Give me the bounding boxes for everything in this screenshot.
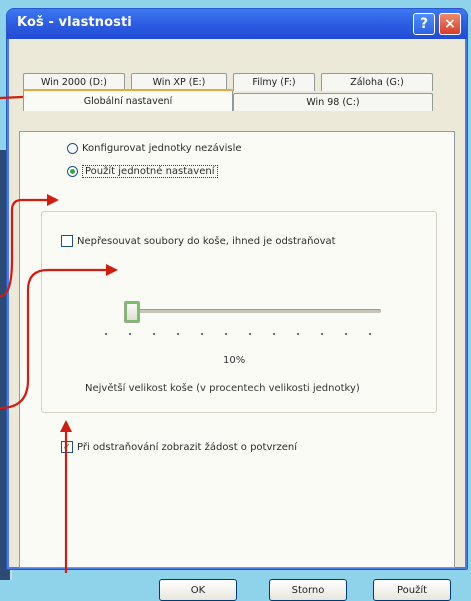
slider-track[interactable] (131, 309, 381, 313)
slider-tick (225, 333, 227, 335)
checkbox-empty-icon[interactable] (61, 235, 73, 247)
title-bar[interactable]: Koš - vlastnosti ? × (7, 9, 467, 39)
radio-checked-icon[interactable] (67, 166, 78, 177)
help-button[interactable]: ? (413, 13, 435, 35)
checkbox-delete-immediately[interactable]: Nepřesouvat soubory do koše, ihned je od… (61, 235, 336, 247)
slider-tick (369, 333, 371, 335)
slider-tick (321, 333, 323, 335)
slider-tick (105, 333, 107, 335)
checkbox-checked-icon[interactable]: ✓ (61, 441, 73, 453)
slider-tick (129, 333, 131, 335)
slider-tick (249, 333, 251, 335)
tab-zaloha[interactable]: Záloha (G:) (321, 73, 433, 91)
max-size-label: Největší velikost koše (v procentech vel… (85, 383, 360, 394)
slider-tick (345, 333, 347, 335)
tab-global-settings[interactable]: Globální nastavení (23, 89, 233, 111)
tab-win98[interactable]: Win 98 (C:) (233, 93, 433, 111)
slider-tick (297, 333, 299, 335)
close-button[interactable]: × (439, 13, 461, 35)
tab-filmy[interactable]: Filmy (F:) (233, 73, 315, 91)
tabs-bottom-row: Globální nastavení Win 98 (C:) (11, 89, 463, 113)
slider-percent-value: 10% (223, 355, 246, 366)
radio-unified-label: Použít jednotné nastavení (82, 165, 218, 178)
dialog-content: Win 2000 (D:) Win XP (E:) Filmy (F:) Zál… (11, 39, 463, 601)
slider-tick (201, 333, 203, 335)
ok-button[interactable]: OK (159, 579, 237, 601)
slider-thumb[interactable] (124, 301, 140, 323)
slider-tick (177, 333, 179, 335)
radio-use-unified-settings[interactable]: Použít jednotné nastavení (67, 165, 218, 178)
slider-tick (273, 333, 275, 335)
slider-tick (153, 333, 155, 335)
checkbox-confirm-delete[interactable]: ✓ Při odstraňování zobrazit žádost o pot… (61, 441, 297, 453)
checkbox-delete-immediately-label: Nepřesouvat soubory do koše, ihned je od… (77, 235, 336, 247)
radio-independent-label: Konfigurovat jednotky nezávisle (82, 143, 242, 154)
properties-window: Koš - vlastnosti ? × Win 2000 (D:) Win X… (6, 8, 468, 601)
checkbox-confirm-delete-label: Při odstraňování zobrazit žádost o potvr… (77, 441, 298, 453)
window-title: Koš - vlastnosti (17, 15, 132, 30)
radio-unchecked-icon[interactable] (67, 143, 78, 154)
cancel-button[interactable]: Storno (269, 579, 347, 601)
radio-configure-independently[interactable]: Konfigurovat jednotky nezávisle (67, 143, 242, 154)
apply-button[interactable]: Použít (373, 579, 451, 601)
